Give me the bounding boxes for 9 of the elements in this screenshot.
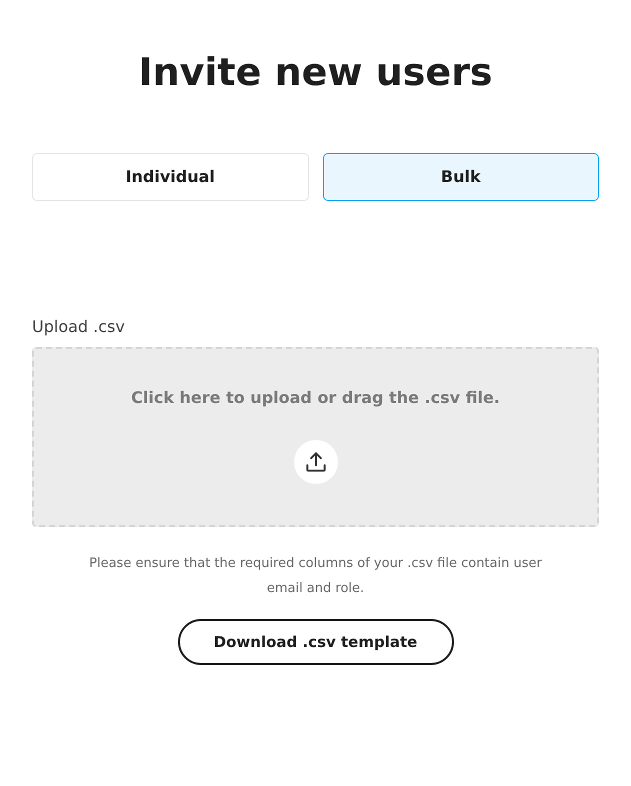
upload-dropzone[interactable]: Click here to upload or drag the .csv file. bbox=[32, 347, 599, 527]
upload-label: Upload .csv bbox=[32, 316, 126, 338]
page-title: Invite new users bbox=[137, 49, 494, 96]
upload-icon bbox=[294, 440, 338, 484]
tab[interactable]: Individual bbox=[32, 153, 308, 201]
upload-prompt: Click here to upload or drag the .csv file. bbox=[131, 387, 500, 409]
tab[interactable]: Bulk bbox=[322, 153, 599, 201]
download-template-button[interactable]: Download .csv template bbox=[178, 619, 454, 665]
help-text: Please ensure that the required columns of your .csv file contain user email and role. bbox=[88, 555, 543, 598]
